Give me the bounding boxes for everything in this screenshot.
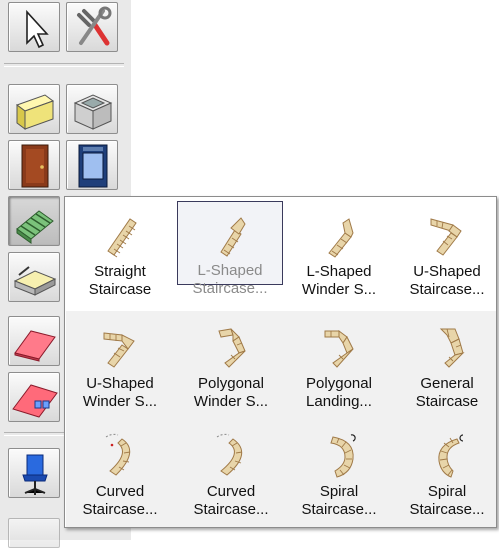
dormer-roof-icon: [12, 384, 58, 418]
slab-icon: [13, 266, 57, 296]
option-label-line1: Curved: [95, 483, 145, 500]
selection-arrow-tool-button[interactable]: [8, 2, 60, 52]
staircase-type-popup: Straight Staircase L-Shaped Staircase... L-S…: [64, 196, 497, 528]
option-label-line2: Staircase...: [301, 501, 377, 518]
staircase-tool-button[interactable]: [8, 196, 60, 246]
l-shaped-staircase-option[interactable]: L-Shaped Staircase...: [177, 201, 283, 297]
wall-icon: [15, 94, 55, 130]
spiral-staircase-1-icon: [330, 434, 356, 478]
option-label-line2: Winder S...: [82, 393, 158, 410]
option-label-line2: Staircase...: [192, 280, 268, 297]
wall-tool-button[interactable]: [8, 84, 60, 134]
spiral-staircase-1-option[interactable]: Spiral Staircase...: [285, 419, 393, 525]
roof-icon: [14, 330, 56, 362]
option-label-line1: Polygonal: [198, 375, 264, 392]
spiral-staircase-2-icon: [438, 434, 464, 478]
tools-settings-tool-button[interactable]: [66, 2, 118, 52]
option-label-line1: L-Shaped: [306, 263, 372, 280]
l-shaped-winder-staircase-icon: [328, 218, 354, 258]
option-label-line2: Staircase...: [409, 281, 485, 298]
option-label-line2: Staircase: [415, 393, 479, 410]
option-label-line2: Landing...: [306, 393, 372, 410]
option-label-line1: Spiral: [427, 483, 467, 500]
option-label-line2: Winder S...: [301, 281, 377, 298]
curved-staircase-2-icon: [216, 433, 243, 476]
curved-staircase-1-icon: [105, 433, 131, 476]
polygonal-landing-staircase-option[interactable]: Polygonal Landing...: [285, 311, 393, 419]
door-tool-button[interactable]: [8, 140, 60, 190]
room-tool-button[interactable]: [66, 84, 118, 134]
arrow-pointer-icon: [26, 9, 49, 49]
l-shaped-staircase-icon: [220, 217, 246, 257]
polygonal-winder-staircase-option[interactable]: Polygonal Winder S...: [177, 311, 285, 419]
option-label-line1: Curved: [206, 483, 256, 500]
room-box-icon: [73, 94, 113, 130]
u-shaped-winder-staircase-icon: [103, 332, 135, 368]
slab-tool-button[interactable]: [8, 252, 60, 302]
option-label-line2: Winder S...: [193, 393, 269, 410]
door-icon: [21, 144, 49, 188]
toolbar-separator: [4, 63, 124, 67]
straight-staircase-icon: [107, 218, 137, 258]
general-staircase-option[interactable]: General Staircase: [393, 311, 499, 419]
window-tool-button[interactable]: [66, 140, 118, 190]
option-label-line2: Staircase...: [193, 501, 269, 518]
wrench-screwdriver-icon: [77, 6, 112, 46]
option-label-line1: General: [420, 375, 474, 392]
u-shaped-staircase-option[interactable]: U-Shaped Staircase...: [393, 199, 499, 311]
option-label-line2: Staircase...: [409, 501, 485, 518]
polygonal-landing-staircase-icon: [324, 330, 354, 368]
general-staircase-icon: [439, 328, 465, 368]
hidden-tool-button[interactable]: [8, 518, 60, 548]
option-label-line1: Straight: [94, 263, 146, 280]
option-label-line2: Staircase...: [82, 501, 158, 518]
office-chair-icon: [22, 454, 48, 495]
roof-tool-button[interactable]: [8, 316, 60, 366]
option-label-line1: Spiral: [319, 483, 359, 500]
chair-furniture-tool-button[interactable]: [8, 448, 60, 498]
spiral-staircase-2-option[interactable]: Spiral Staircase...: [393, 419, 499, 525]
curved-staircase-1-option[interactable]: Curved Staircase...: [66, 419, 174, 525]
option-label-line1: L-Shaped: [197, 262, 263, 279]
staircase-icon: [16, 210, 54, 244]
option-label-line1: U-Shaped: [413, 263, 481, 280]
option-label-line1: U-Shaped: [86, 375, 154, 392]
option-label-line1: Polygonal: [306, 375, 372, 392]
u-shaped-staircase-icon: [430, 218, 462, 256]
curved-staircase-2-option[interactable]: Curved Staircase...: [177, 419, 285, 525]
l-shaped-winder-staircase-option[interactable]: L-Shaped Winder S...: [285, 199, 393, 311]
polygonal-winder-staircase-icon: [218, 328, 246, 368]
u-shaped-winder-staircase-option[interactable]: U-Shaped Winder S...: [66, 311, 174, 419]
straight-staircase-option[interactable]: Straight Staircase: [66, 199, 174, 311]
option-label-line2: Staircase: [88, 281, 152, 298]
window-icon: [78, 144, 108, 188]
dormer-roof-tool-button[interactable]: [8, 372, 60, 422]
